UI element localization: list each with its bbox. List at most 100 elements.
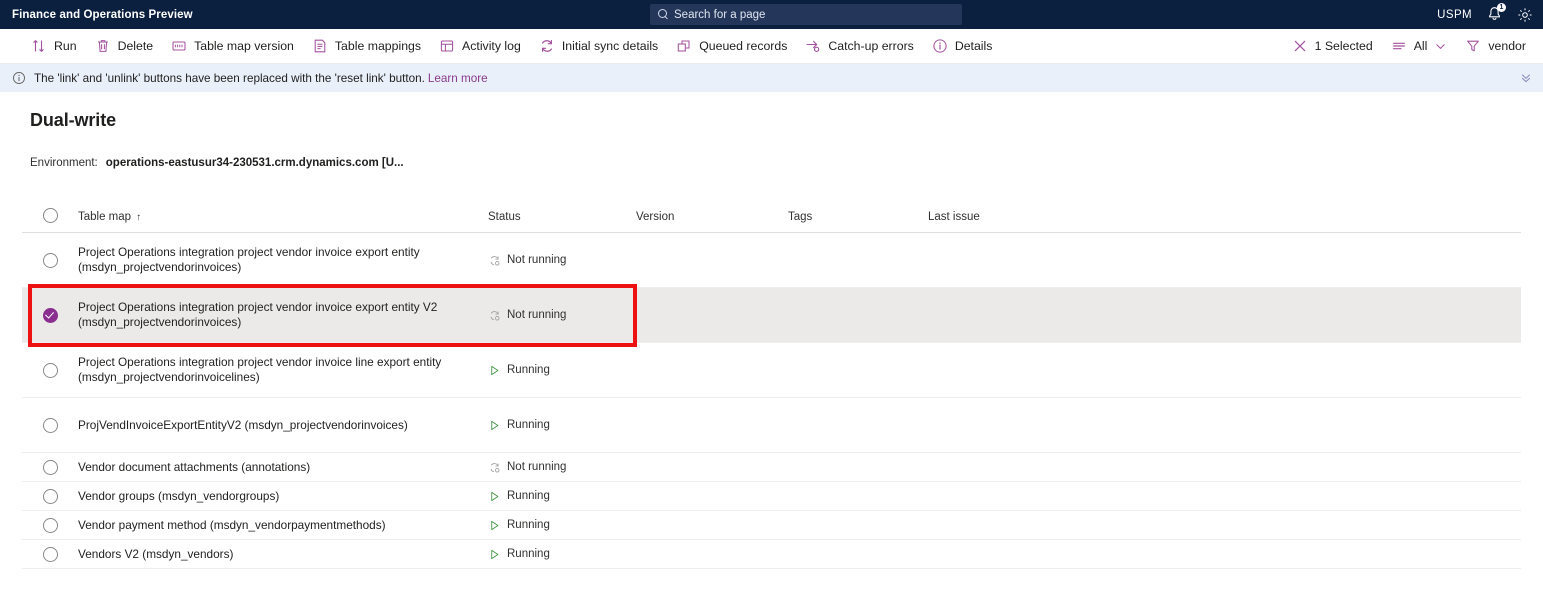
row-select-radio[interactable]: [42, 252, 58, 268]
row-select-radio[interactable]: [42, 459, 58, 475]
header-status[interactable]: Status: [488, 207, 636, 225]
cell-status-label: Running: [507, 364, 550, 376]
gear-icon[interactable]: [1517, 7, 1533, 23]
cell-status: Running: [488, 419, 636, 432]
running-play-icon: [491, 549, 499, 559]
table-row[interactable]: ProjVendInvoiceExportEntityV2 (msdyn_pro…: [22, 398, 1521, 453]
not-running-icon: [490, 310, 500, 320]
gear-glyph: [1518, 7, 1532, 22]
catch-up-errors-button[interactable]: Catch-up errors: [796, 32, 922, 60]
bell-icon[interactable]: 1: [1486, 3, 1506, 23]
notification-count-badge: 1: [1497, 3, 1506, 12]
header-last-issue-label: Last issue: [928, 210, 980, 223]
info-circle-icon: [13, 72, 25, 84]
run-label: Run: [54, 39, 77, 53]
clear-selection-button[interactable]: 1 Selected: [1283, 32, 1382, 60]
table-row[interactable]: Vendor groups (msdyn_vendorgroups) Runnin…: [22, 482, 1521, 511]
filter-lines-icon: [1392, 42, 1405, 50]
table-row[interactable]: Vendor payment method (msdyn_vendorpayme…: [22, 511, 1521, 540]
list-document-icon: [314, 39, 326, 53]
row-select-cell[interactable]: [22, 546, 78, 562]
cell-table-map: Project Operations integration project v…: [78, 245, 420, 274]
row-select-cell[interactable]: [22, 362, 78, 378]
learn-more-link[interactable]: Learn more: [428, 72, 488, 85]
table-mappings-button[interactable]: Table mappings: [303, 32, 430, 60]
view-filter-label: All: [1413, 39, 1428, 53]
details-button[interactable]: Details: [923, 32, 1002, 60]
header-last-issue[interactable]: Last issue: [928, 207, 1521, 225]
delete-label: Delete: [117, 39, 154, 53]
cell-table-map: Vendor document attachments (annotations…: [78, 459, 311, 474]
header-table-map[interactable]: Table map ↑: [78, 207, 488, 225]
grid-body: Project Operations integration project v…: [22, 233, 1521, 569]
environment-value[interactable]: operations-eastusur34-230531.crm.dynamic…: [106, 157, 404, 169]
info-circle-icon: [933, 39, 947, 53]
cell-status: Running: [488, 364, 636, 377]
catch-up-errors-label: Catch-up errors: [828, 39, 914, 53]
user-initials[interactable]: USPM: [1437, 9, 1472, 21]
double-chevron-down-icon[interactable]: [1519, 71, 1533, 85]
cell-status: Running: [488, 490, 636, 503]
delete-button[interactable]: Delete: [86, 32, 163, 60]
page-content: Dual-write Environment: operations-eastu…: [0, 92, 1543, 569]
cell-status: Running: [488, 548, 636, 561]
page-title: Dual-write: [30, 110, 117, 130]
running-play-icon: [491, 420, 499, 430]
select-all-radio[interactable]: [42, 208, 58, 223]
cell-status: Not running: [488, 461, 636, 474]
sync-refresh-icon: [541, 40, 552, 52]
cell-status-label: Running: [507, 519, 550, 531]
cell-table-map: Vendors V2 (msdyn_vendors): [78, 546, 234, 561]
queued-records-button[interactable]: Queued records: [667, 32, 796, 60]
header-tags[interactable]: Tags: [788, 207, 928, 225]
row-select-cell[interactable]: [22, 252, 78, 268]
table-row[interactable]: Project Operations integration project v…: [22, 343, 1521, 398]
row-select-radio[interactable]: [42, 546, 58, 562]
cell-status: Not running: [488, 254, 636, 267]
view-filter-all-dropdown[interactable]: All: [1382, 32, 1457, 60]
search-filter-chip[interactable]: vendor: [1456, 32, 1535, 60]
funnel-filter-icon: [1467, 40, 1480, 52]
row-select-cell[interactable]: [22, 517, 78, 533]
row-select-cell[interactable]: [22, 459, 78, 475]
table-row[interactable]: Vendor document attachments (annotations…: [22, 453, 1521, 482]
header-status-label: Status: [488, 210, 521, 223]
chevron-down-icon: [1436, 43, 1446, 49]
select-all-cell[interactable]: [22, 208, 78, 223]
row-select-radio[interactable]: [42, 362, 58, 378]
cell-table-map: ProjVendInvoiceExportEntityV2 (msdyn_pro…: [78, 417, 408, 432]
initial-sync-details-button[interactable]: Initial sync details: [530, 32, 667, 60]
sort-arrows-icon: [33, 40, 44, 52]
run-button[interactable]: Run: [22, 32, 86, 60]
row-select-radio[interactable]: [42, 417, 58, 433]
table-map-version-button[interactable]: Table map version: [162, 32, 303, 60]
grid-header-row: Table map ↑ Status Version Tags Last issu…: [22, 199, 1521, 233]
search-placeholder: Search for a page: [674, 8, 766, 21]
cell-status-label: Running: [507, 548, 550, 560]
table-row[interactable]: Vendors V2 (msdyn_vendors) Running: [22, 540, 1521, 569]
header-tags-label: Tags: [788, 210, 813, 223]
details-label: Details: [954, 39, 993, 53]
row-select-radio[interactable]: [42, 517, 58, 533]
cell-status-label: Running: [507, 490, 550, 502]
table-row[interactable]: Project Operations integration project v…: [22, 233, 1521, 288]
not-running-icon: [490, 462, 500, 472]
row-select-cell[interactable]: [22, 417, 78, 433]
version-card-icon: [172, 41, 186, 51]
top-navigation-bar: Finance and Operations Preview Search fo…: [0, 0, 1543, 29]
cell-table-map: Project Operations integration project v…: [78, 355, 442, 384]
search-input[interactable]: Search for a page: [650, 4, 962, 25]
environment-label: Environment:: [30, 157, 98, 169]
row-select-radio[interactable]: [42, 307, 58, 323]
cell-table-map: Vendor groups (msdyn_vendorgroups): [78, 488, 280, 503]
cell-status: Running: [488, 519, 636, 532]
activity-log-button[interactable]: Activity log: [430, 32, 530, 60]
row-select-cell[interactable]: [22, 488, 78, 504]
row-select-radio[interactable]: [42, 488, 58, 504]
top-bar-right-cluster: USPM 1: [1437, 0, 1533, 29]
table-row[interactable]: Project Operations integration project v…: [22, 288, 1521, 343]
cell-status-label: Not running: [507, 461, 567, 473]
header-version[interactable]: Version: [636, 207, 788, 225]
info-message-text: The 'link' and 'unlink' buttons have bee…: [34, 71, 425, 85]
row-select-cell[interactable]: [22, 307, 78, 323]
